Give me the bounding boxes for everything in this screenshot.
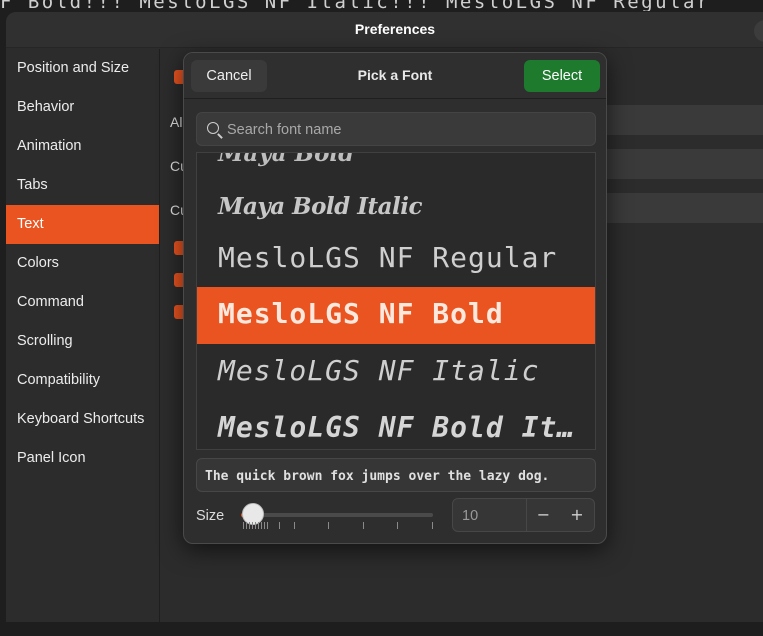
font-preview-box[interactable] [196, 458, 596, 492]
font-preview-input[interactable] [205, 465, 585, 487]
preferences-titlebar: Preferences [6, 12, 763, 48]
slider-tick [249, 522, 250, 529]
increase-size-button[interactable]: + [560, 499, 594, 531]
slider-tick [261, 522, 262, 529]
size-label: Size [196, 508, 225, 524]
font-dialog-header: Cancel Pick a Font Select [184, 53, 606, 99]
partial-label-1: Al [170, 114, 183, 130]
size-value-input[interactable] [462, 505, 522, 527]
slider-tick [294, 522, 295, 529]
search-icon [207, 122, 219, 134]
sidebar-item-command[interactable]: Command [6, 283, 159, 322]
font-item-label: MesloLGS NF Regular [218, 241, 558, 274]
slider-tick [252, 522, 253, 529]
font-chooser-dialog: Cancel Pick a Font Select Maya Bold Maya… [183, 52, 607, 544]
slider-tick [255, 522, 256, 529]
sidebar-item-behavior[interactable]: Behavior [6, 88, 159, 127]
slider-tick [267, 522, 268, 529]
size-spinbutton[interactable]: − + [452, 498, 595, 532]
close-window-button[interactable] [754, 20, 763, 42]
decrease-size-button[interactable]: − [526, 499, 560, 531]
font-item-label: MesloLGS NF Bold [218, 297, 504, 330]
sidebar-item-text[interactable]: Text [6, 205, 159, 244]
font-item-meslolgs-bold-italic[interactable]: MesloLGS NF Bold It… [197, 401, 595, 449]
preferences-sidebar: Position and Size Behavior Animation Tab… [6, 49, 160, 622]
font-search-box[interactable] [196, 112, 596, 146]
slider-tick [328, 522, 329, 529]
font-item-maya-bold-italic[interactable]: Maya Bold Italic [197, 179, 595, 236]
font-list[interactable]: Maya Bold Maya Bold Italic MesloLGS NF R… [196, 152, 596, 450]
desktop-bottom [0, 622, 763, 636]
slider-tick [264, 522, 265, 529]
slider-tick [397, 522, 398, 529]
sidebar-item-panel-icon[interactable]: Panel Icon [6, 439, 159, 478]
sidebar-item-animation[interactable]: Animation [6, 127, 159, 166]
font-item-label: Maya Bold Italic [218, 193, 423, 220]
sidebar-item-position-and-size[interactable]: Position and Size [6, 49, 159, 88]
terminal-background-text: NF Bold!!! MesloLGS NF Italic!!! MesloLG… [0, 0, 711, 11]
sidebar-item-scrolling[interactable]: Scrolling [6, 322, 159, 361]
font-item-meslolgs-bold[interactable]: MesloLGS NF Bold [197, 287, 595, 344]
sidebar-item-tabs[interactable]: Tabs [6, 166, 159, 205]
slider-tick [246, 522, 247, 529]
font-search-input[interactable] [227, 118, 587, 142]
size-slider-track[interactable] [241, 513, 433, 517]
slider-tick [243, 522, 244, 529]
font-item-meslolgs-regular[interactable]: MesloLGS NF Regular [197, 233, 595, 290]
font-item-meslolgs-italic[interactable]: MesloLGS NF Italic [197, 344, 595, 401]
font-item-label: Maya Bold [218, 152, 355, 167]
preferences-title: Preferences [354, 21, 436, 37]
select-button[interactable]: Select [524, 60, 600, 92]
slider-tick [258, 522, 259, 529]
slider-tick [363, 522, 364, 529]
slider-tick [432, 522, 433, 529]
sidebar-item-keyboard-shortcuts[interactable]: Keyboard Shortcuts [6, 400, 159, 439]
font-item-label: MesloLGS NF Bold It… [218, 411, 576, 444]
sidebar-item-colors[interactable]: Colors [6, 244, 159, 283]
font-item-label: MesloLGS NF Italic [218, 354, 540, 387]
sidebar-item-compatibility[interactable]: Compatibility [6, 361, 159, 400]
slider-tick [279, 522, 280, 529]
